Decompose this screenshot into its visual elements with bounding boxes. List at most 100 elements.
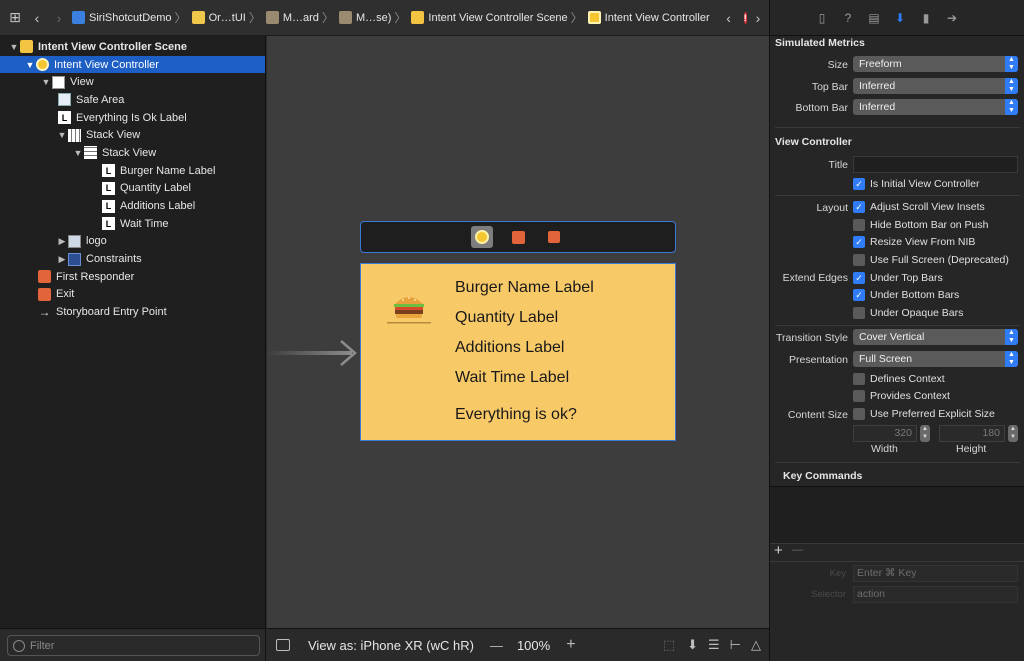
outline-row-constraints[interactable]: ▶ Constraints <box>0 250 265 268</box>
breadcrumb-project[interactable]: SiriShotcutDemo <box>70 11 172 24</box>
use-full-screen-checkbox[interactable]: Use Full Screen (Deprecated) <box>853 254 1009 266</box>
key-field[interactable]: Enter ⌘ Key <box>853 565 1018 582</box>
key-commands-list[interactable] <box>770 486 1024 544</box>
toggle-outline-icon[interactable] <box>276 639 290 651</box>
resize-view-from-nib-checkbox[interactable]: ✓ Resize View From NIB <box>853 236 975 248</box>
everything-ok-label[interactable]: Everything is ok? <box>455 406 577 424</box>
selector-field[interactable]: action <box>853 586 1018 603</box>
outline-row-entry-point[interactable]: → Storyboard Entry Point <box>0 303 265 321</box>
popup-arrows-icon: ▲ ▼ <box>1005 351 1018 367</box>
view-as-device-button[interactable]: View as: iPhone XR (wC hR) <box>308 638 474 653</box>
storyboard-file-icon <box>265 11 279 24</box>
outline-row-inner-stack-view[interactable]: ▼ Stack View <box>0 144 265 162</box>
hide-bottom-bar-checkbox[interactable]: Hide Bottom Bar on Push <box>853 219 988 231</box>
provides-context-checkbox[interactable]: Provides Context <box>853 390 950 402</box>
file-inspector-icon[interactable]: ▯ <box>814 11 830 25</box>
disclosure-closed-icon[interactable]: ▶ <box>56 254 68 265</box>
issue-back-chevron-icon[interactable]: ‹ <box>718 10 740 26</box>
back-chevron-icon[interactable]: ‹ <box>26 10 48 26</box>
disclosure-open-icon[interactable]: ▼ <box>40 77 52 87</box>
breadcrumb-storyboard-base[interactable]: M…se) <box>337 11 391 24</box>
breadcrumb-group[interactable]: Or…tUI <box>190 11 246 24</box>
view-controller-title: View Controller <box>775 136 852 148</box>
under-bottom-bars-checkbox[interactable]: ✓ Under Bottom Bars <box>853 289 959 301</box>
breadcrumb-storyboard[interactable]: M…ard <box>264 11 319 24</box>
preferred-size-checkbox[interactable]: Use Preferred Explicit Size <box>853 408 995 420</box>
under-opaque-bars-checkbox[interactable]: Under Opaque Bars <box>853 307 963 319</box>
width-stepper[interactable]: ▲ ▼ <box>920 425 930 442</box>
attributes-inspector-icon[interactable]: ⬇ <box>892 11 908 25</box>
outline-row-wait-time[interactable]: L Wait Time <box>0 215 265 233</box>
add-key-command-button[interactable]: + <box>774 542 783 559</box>
outline-row-view-controller[interactable]: ▼ Intent View Controller <box>0 55 265 74</box>
bottom-bar-popup[interactable]: Inferred ▲ ▼ <box>853 99 1018 115</box>
disclosure-open-icon[interactable]: ▼ <box>72 148 84 158</box>
outline-row-additions-label[interactable]: L Additions Label <box>0 197 265 215</box>
view-controller-icon <box>587 11 601 24</box>
additions-label[interactable]: Additions Label <box>455 339 564 357</box>
adjust-scroll-insets-checkbox[interactable]: ✓ Adjust Scroll View Insets <box>853 201 985 213</box>
zoom-out-button[interactable]: — <box>490 638 503 653</box>
outline-filter-bar: Filter <box>0 628 266 661</box>
defines-context-checkbox[interactable]: Defines Context <box>853 373 945 385</box>
size-inspector-icon[interactable]: ▮ <box>918 11 934 25</box>
width-field[interactable]: 320 <box>853 425 917 442</box>
outline-row-view[interactable]: ▼ View <box>0 73 265 91</box>
burger-logo[interactable] <box>387 292 431 326</box>
wait-time-label[interactable]: Wait Time Label <box>455 369 569 387</box>
quantity-label[interactable]: Quantity Label <box>455 309 558 327</box>
grid-icon[interactable]: ⊞ <box>4 9 26 26</box>
title-field[interactable] <box>853 156 1018 173</box>
outline-row-logo[interactable]: ▶ logo <box>0 233 265 251</box>
disclosure-open-icon[interactable]: ▼ <box>24 60 36 70</box>
filter-input[interactable]: Filter <box>7 635 260 656</box>
embed-in-stack-icon[interactable]: ⬇ <box>687 637 698 653</box>
top-bar-popup[interactable]: Inferred ▲ ▼ <box>853 78 1018 94</box>
height-field[interactable]: 180 <box>939 425 1005 442</box>
identity-inspector-icon[interactable]: ▤ <box>866 11 882 25</box>
checkbox-empty-icon <box>853 408 865 420</box>
bottom-bar-label: Bottom Bar <box>795 102 848 114</box>
size-popup[interactable]: Freeform ▲ ▼ <box>853 56 1018 72</box>
outline-row-burger-name-label[interactable]: L Burger Name Label <box>0 162 265 180</box>
dock-exit[interactable] <box>543 226 565 248</box>
help-icon[interactable]: ? <box>840 11 856 25</box>
zoom-in-button[interactable]: + <box>566 636 575 654</box>
remove-key-command-button[interactable]: — <box>792 544 803 556</box>
outline-row-quantity-label[interactable]: L Quantity Label <box>0 180 265 198</box>
issue-forward-chevron-icon[interactable]: › <box>747 10 769 26</box>
outline-row-everything-ok-label[interactable]: L Everything Is Ok Label <box>0 109 265 127</box>
disclosure-open-icon[interactable]: ▼ <box>56 130 68 140</box>
outline-row-safe-area[interactable]: Safe Area <box>0 91 265 109</box>
constraints-icon <box>68 252 81 266</box>
transition-style-popup[interactable]: Cover Vertical ▲ ▼ <box>853 329 1018 345</box>
forward-chevron-icon[interactable]: › <box>48 10 70 26</box>
dock-view-controller[interactable] <box>471 226 493 248</box>
popup-arrows-icon: ▲ ▼ <box>1005 78 1018 94</box>
storyboard-canvas[interactable]: Burger Name Label Quantity Label Additio… <box>267 36 769 628</box>
breadcrumb-scene[interactable]: Intent View Controller Scene <box>409 11 568 24</box>
view-controller-icon <box>36 58 49 72</box>
under-top-bars-checkbox[interactable]: ✓ Under Top Bars <box>853 272 943 284</box>
disclosure-closed-icon[interactable]: ▶ <box>56 236 68 247</box>
connections-inspector-icon[interactable]: ➔ <box>944 11 960 25</box>
outline-row-scene[interactable]: ▼ Intent View Controller Scene <box>0 38 265 56</box>
update-frames-icon[interactable]: ⬚ <box>663 637 675 653</box>
entry-arrow-icon[interactable] <box>339 339 359 367</box>
breadcrumb-controller[interactable]: Intent View Controller <box>586 11 710 24</box>
add-constraints-icon[interactable]: ⊢ <box>730 637 741 653</box>
outline-row-exit[interactable]: Exit <box>0 286 265 304</box>
align-icon[interactable]: ☰ <box>708 637 720 653</box>
project-icon <box>72 11 85 24</box>
height-stepper[interactable]: ▲ ▼ <box>1008 425 1018 442</box>
resolve-layout-icon[interactable]: △ <box>751 637 761 653</box>
outline-row-first-responder[interactable]: First Responder <box>0 268 265 286</box>
scene-root-view[interactable]: Burger Name Label Quantity Label Additio… <box>360 263 676 441</box>
disclosure-open-icon[interactable]: ▼ <box>8 42 20 52</box>
initial-view-controller-checkbox[interactable]: ✓ Is Initial View Controller <box>853 178 980 190</box>
dock-first-responder[interactable] <box>507 226 529 248</box>
presentation-popup[interactable]: Full Screen ▲ ▼ <box>853 351 1018 367</box>
burger-name-label[interactable]: Burger Name Label <box>455 279 594 297</box>
outline-row-stack-view[interactable]: ▼ Stack View <box>0 126 265 144</box>
zoom-level[interactable]: 100% <box>517 638 550 653</box>
